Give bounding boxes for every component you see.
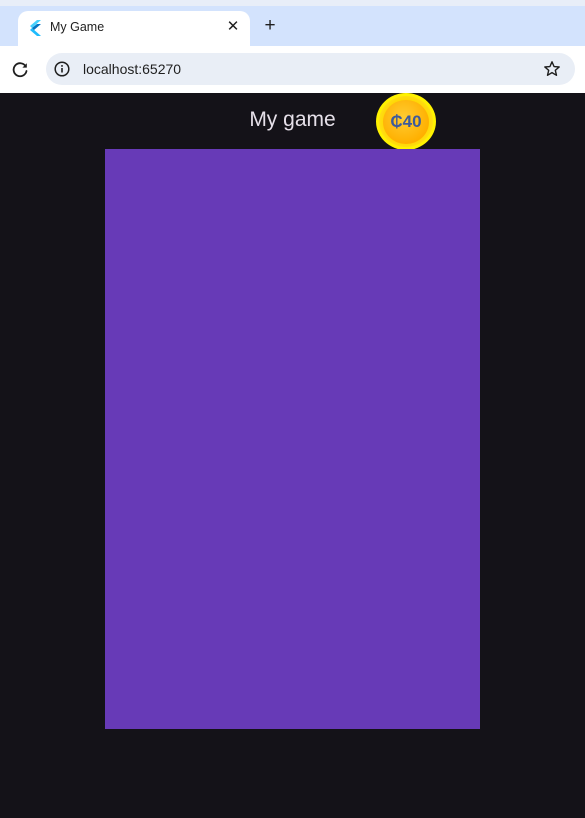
coin-count: ₵40 (390, 111, 422, 131)
new-tab-button[interactable]: + (259, 15, 281, 37)
tab-my-game[interactable]: My Game ✕ (18, 11, 250, 46)
tab-title: My Game (50, 20, 105, 34)
address-bar[interactable]: localhost:65270 (46, 53, 575, 85)
tab-strip: My Game ✕ + (0, 0, 585, 46)
game-title: My game (249, 108, 336, 131)
window-top-edge (0, 0, 585, 6)
flutter-icon (28, 20, 42, 36)
info-icon[interactable] (53, 60, 71, 78)
game-viewport: My game ₵40 (0, 93, 585, 818)
coin-counter: ₵40 (376, 93, 436, 150)
url-text[interactable]: localhost:65270 (83, 61, 181, 77)
coin-icon: ₵40 (383, 99, 429, 144)
close-tab-icon[interactable]: ✕ (224, 18, 242, 36)
game-board[interactable] (105, 149, 480, 729)
reload-icon[interactable] (8, 58, 32, 82)
star-icon[interactable] (543, 60, 561, 78)
browser-toolbar: localhost:65270 (0, 46, 585, 93)
